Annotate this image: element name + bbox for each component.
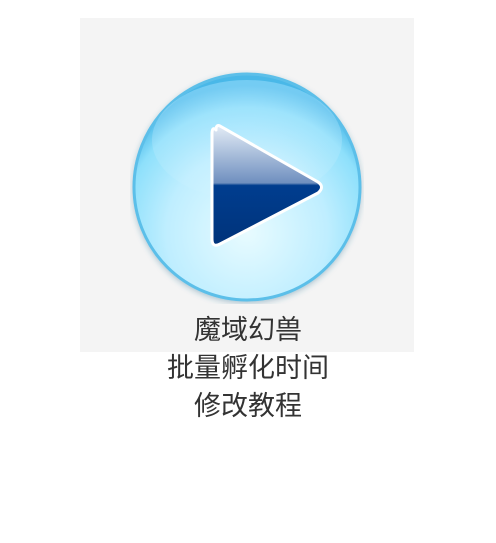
video-caption: 魔域幻兽 批量孵化时间 修改教程	[0, 312, 496, 426]
caption-line-1: 魔域幻兽	[194, 315, 302, 346]
page: 魔域幻兽 批量孵化时间 修改教程	[0, 0, 496, 543]
play-icon	[132, 72, 362, 302]
caption-line-3: 修改教程	[194, 391, 302, 422]
caption-line-2: 批量孵化时间	[167, 353, 329, 384]
play-button[interactable]	[130, 70, 364, 304]
